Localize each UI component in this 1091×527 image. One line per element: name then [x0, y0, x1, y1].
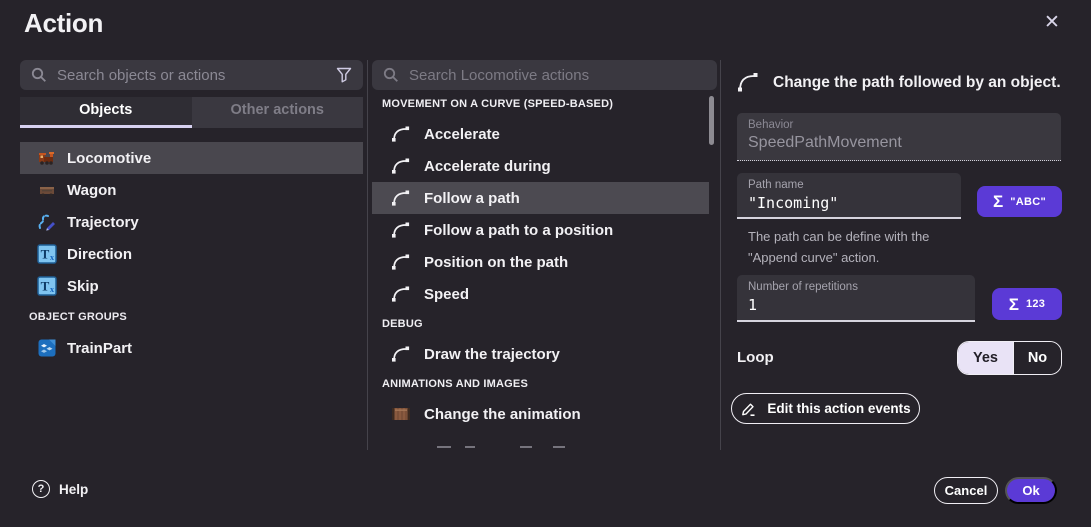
wagon-icon [37, 180, 57, 200]
action-label: Draw the trajectory [424, 346, 560, 363]
path-name-input[interactable] [748, 194, 950, 212]
curve-icon [390, 157, 412, 175]
object-row-locomotive[interactable]: Locomotive [20, 142, 363, 174]
help-button[interactable]: ? Help [32, 480, 88, 498]
edit-action-events-button[interactable]: Edit this action events [731, 393, 920, 424]
object-row-trajectory[interactable]: Trajectory [20, 206, 363, 238]
expression-button-label: 123 [1026, 298, 1045, 310]
curve-icon [390, 253, 412, 271]
object-row-direction[interactable]: T x Direction [20, 238, 363, 270]
svg-text:x: x [50, 253, 54, 262]
panel-divider [720, 60, 721, 450]
curve-icon [390, 125, 412, 143]
scrollbar-thumb[interactable] [709, 96, 714, 145]
curve-icon [390, 285, 412, 303]
object-row-wagon[interactable]: Wagon [20, 174, 363, 206]
object-label: Locomotive [67, 150, 151, 167]
ok-button[interactable]: Ok [1005, 477, 1057, 504]
action-label: Accelerate during [424, 158, 551, 175]
action-row-follow-a-path[interactable]: Follow a path [372, 182, 709, 214]
action-label: Position on the path [424, 254, 568, 271]
loop-toggle-no[interactable]: No [1013, 342, 1061, 374]
svg-text:T: T [41, 247, 50, 262]
repetitions-input[interactable] [748, 296, 964, 314]
help-icon: ? [32, 480, 50, 498]
object-row-skip[interactable]: T x Skip [20, 270, 363, 302]
tab-objects[interactable]: Objects [20, 97, 192, 128]
action-label: Follow a path to a position [424, 222, 613, 239]
action-row-accelerate-during[interactable]: Accelerate during [372, 150, 709, 182]
action-row-accelerate[interactable]: Accelerate [372, 118, 709, 150]
svg-text:x: x [50, 285, 54, 294]
action-label: Speed [424, 286, 469, 303]
action-row-follow-a-path-to-a-position[interactable]: Follow a path to a position [372, 214, 709, 246]
behavior-field: Behavior SpeedPathMovement [737, 113, 1061, 161]
object-row-trainpart[interactable]: TrainPart [20, 332, 363, 364]
film-icon [390, 405, 412, 423]
loop-toggle: Yes No [957, 341, 1062, 375]
svg-text:T: T [41, 279, 50, 294]
object-label: TrainPart [67, 340, 132, 357]
curve-icon [390, 189, 412, 207]
loop-label: Loop [737, 349, 774, 366]
object-label: Trajectory [67, 214, 139, 231]
object-list: Locomotive Wagon Trajectory T x Directio… [20, 142, 363, 364]
search-icon [31, 67, 47, 83]
curve-icon [736, 71, 760, 93]
repetitions-field[interactable]: Number of repetitions [737, 275, 975, 322]
path-name-field[interactable]: Path name [737, 173, 961, 219]
page-title: Action [24, 8, 103, 39]
object-label: Skip [67, 278, 99, 295]
left-tabs: Objects Other actions [20, 97, 363, 128]
section-header: DEBUG [372, 310, 709, 338]
curve-icon [390, 221, 412, 239]
tab-other-actions[interactable]: Other actions [192, 97, 364, 128]
action-label: Accelerate [424, 126, 500, 143]
number-expression-button[interactable]: Σ 123 [992, 288, 1062, 320]
action-row-draw-the-trajectory[interactable]: Draw the trajectory [372, 338, 709, 370]
section-header: MOVEMENT ON A CURVE (SPEED-BASED) [372, 90, 709, 118]
action-row-position-on-the-path[interactable]: Position on the path [372, 246, 709, 278]
action-row-speed[interactable]: Speed [372, 278, 709, 310]
close-icon[interactable]: ✕ [1044, 13, 1060, 32]
object-label: Direction [67, 246, 132, 263]
repetitions-label: Number of repetitions [748, 281, 964, 293]
curve-icon [390, 345, 412, 363]
edit-button-label: Edit this action events [767, 401, 910, 416]
string-expression-button[interactable]: Σ "ABC" [977, 186, 1062, 217]
object-groups-header: OBJECT GROUPS [20, 302, 363, 332]
action-label: Change the animation [424, 406, 581, 423]
objects-search-input[interactable] [57, 67, 326, 84]
path-help-text: The path can be define with the "Append … [748, 227, 929, 268]
objects-search[interactable] [20, 60, 363, 90]
actions-search[interactable] [372, 60, 717, 90]
action-description: Change the path followed by an object. [773, 74, 1061, 92]
group-icon [37, 338, 57, 358]
action-row-change-the-animation[interactable]: Change the animation [372, 398, 709, 430]
action-label: Follow a path [424, 190, 520, 207]
pencil-icon [740, 401, 758, 417]
sigma-icon: Σ [993, 193, 1003, 210]
trajectory-icon [37, 212, 57, 232]
section-header: ANIMATIONS AND IMAGES [372, 370, 709, 398]
panel-divider [367, 60, 368, 450]
loop-toggle-yes[interactable]: Yes [958, 342, 1013, 374]
expression-button-label: "ABC" [1010, 196, 1046, 208]
behavior-field-label: Behavior [748, 119, 1050, 131]
object-label: Wagon [67, 182, 116, 199]
behavior-field-value: SpeedPathMovement [748, 134, 1050, 152]
action-list: MOVEMENT ON A CURVE (SPEED-BASED) Accele… [372, 90, 709, 450]
text-object-icon: T x [37, 244, 57, 264]
text-object-icon: T x [37, 276, 57, 296]
search-icon [383, 67, 399, 83]
sigma-icon: Σ [1009, 296, 1019, 313]
actions-search-input[interactable] [409, 67, 706, 84]
locomotive-icon [37, 148, 57, 168]
path-name-label: Path name [748, 179, 950, 191]
cancel-button[interactable]: Cancel [934, 477, 998, 504]
filter-icon[interactable] [336, 67, 352, 83]
help-label: Help [59, 482, 88, 497]
